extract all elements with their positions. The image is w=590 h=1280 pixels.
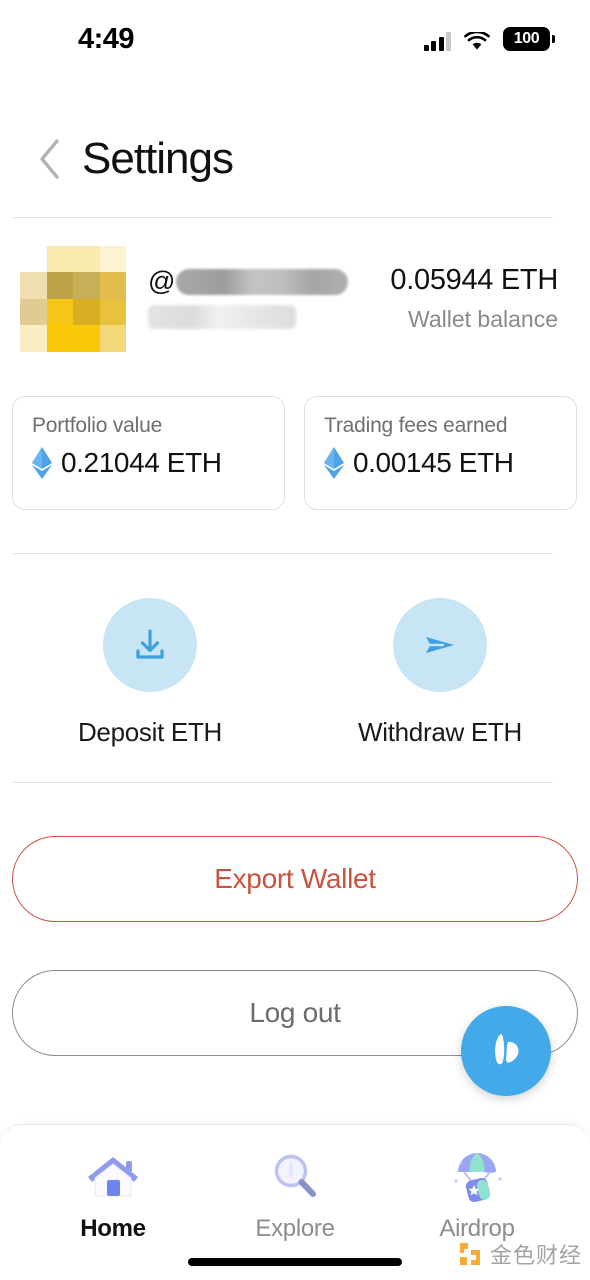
chevron-left-icon — [40, 139, 59, 179]
withdraw-eth-label: Withdraw ETH — [358, 717, 522, 747]
trading-fees-label: Trading fees earned — [324, 414, 508, 437]
withdraw-eth-button[interactable]: Withdraw ETH — [350, 598, 530, 748]
username-redacted — [176, 268, 349, 295]
download-icon — [136, 629, 164, 659]
stat-cards: Portfolio value 0.21044 ETH Trading fees… — [12, 396, 578, 510]
profile-row[interactable]: @ 0.05944 ETH Wallet balance — [0, 236, 590, 361]
ethereum-icon — [324, 447, 344, 479]
jinse-logo-icon — [459, 1243, 480, 1265]
watermark-text: 金色财经 — [489, 1244, 582, 1269]
divider-bottom — [12, 782, 553, 783]
status-time: 4:49 — [78, 22, 135, 55]
page-header: Settings — [0, 118, 590, 200]
trading-fees-amount: 0.00145 ETH — [353, 447, 514, 478]
deposit-eth-button[interactable]: Deposit ETH — [60, 598, 240, 748]
page-title: Settings — [82, 134, 234, 183]
divider-top — [12, 217, 553, 218]
deposit-icon-circle — [103, 598, 197, 692]
battery-level: 100 — [513, 30, 540, 47]
status-bar: 4:49 100 — [0, 0, 590, 78]
trading-fees-row: 0.00145 ETH — [324, 447, 576, 479]
portfolio-value-amount: 0.21044 ETH — [61, 447, 222, 478]
home-indicator — [188, 1258, 402, 1266]
nav-label-home: Home — [80, 1215, 146, 1242]
export-wallet-button[interactable]: Export Wallet — [12, 836, 578, 922]
username-row: @ — [148, 268, 390, 295]
settings-screen: 4:49 100 Settings @ 0.05944 ETH Wallet b… — [0, 0, 590, 1280]
house-icon — [22, 1147, 204, 1207]
magnifier-icon — [204, 1147, 386, 1207]
ethereum-icon — [32, 447, 52, 479]
wifi-icon — [464, 32, 490, 50]
profile-identity: @ — [148, 268, 390, 329]
avatar-mosaic — [20, 245, 126, 352]
deposit-eth-label: Deposit ETH — [77, 717, 223, 747]
watermark: 金色财经 — [457, 1238, 582, 1270]
wallet-balance-value: 0.05944 ETH — [390, 264, 558, 296]
trading-fees-earned-card[interactable]: Trading fees earned 0.00145 ETH — [304, 396, 577, 510]
battery-icon: 100 — [503, 27, 555, 51]
nav-label-explore: Explore — [255, 1215, 335, 1242]
user-avatar-pixelated[interactable] — [20, 245, 126, 352]
withdraw-icon-circle — [393, 598, 487, 692]
portfolio-value-label: Portfolio value — [32, 414, 163, 437]
wallet-balance-label: Wallet balance — [407, 306, 558, 332]
floating-action-button[interactable] — [461, 1006, 551, 1096]
wallet-actions: Deposit ETH Withdraw ETH — [0, 598, 590, 748]
cellular-signal-icon — [423, 32, 451, 51]
nav-item-home[interactable]: Home — [22, 1147, 204, 1280]
at-symbol: @ — [148, 266, 176, 296]
portfolio-value-card[interactable]: Portfolio value 0.21044 ETH — [12, 396, 285, 510]
back-button[interactable] — [20, 129, 80, 189]
send-icon — [426, 637, 454, 653]
app-logo-icon — [495, 1034, 519, 1065]
profile-subtitle-redacted — [148, 305, 296, 329]
parachute-gift-icon — [386, 1147, 568, 1207]
status-indicators: 100 — [423, 27, 555, 51]
divider-middle — [12, 553, 553, 554]
portfolio-value-row: 0.21044 ETH — [32, 447, 284, 479]
wallet-balance-block: 0.05944 ETH Wallet balance — [390, 264, 558, 333]
